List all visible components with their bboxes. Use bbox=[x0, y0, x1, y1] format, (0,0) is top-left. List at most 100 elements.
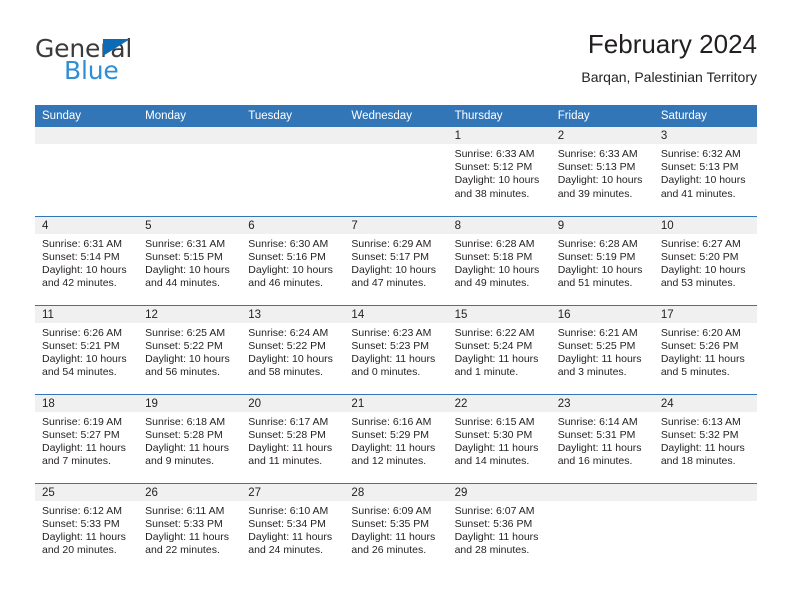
calendar-day-cell[interactable]: 7 Sunrise: 6:29 AM Sunset: 5:17 PM Daylight… bbox=[344, 215, 448, 305]
sunrise-time: Sunrise: 6:21 AM bbox=[557, 326, 638, 339]
calendar-page: General Blue February 2024 Barqan, Pales… bbox=[0, 0, 792, 612]
day-sun-info: Sunrise: 6:13 AM Sunset: 5:32 PM Daylight:… bbox=[654, 412, 757, 469]
day-sun-info: Sunrise: 6:28 AM Sunset: 5:18 PM Daylight:… bbox=[448, 234, 551, 291]
calendar-day-cell[interactable]: 25 Sunrise: 6:12 AM Sunset: 5:33 PM Dayligh… bbox=[35, 482, 139, 572]
daylight-duration-line1: Daylight: 11 hours bbox=[351, 352, 436, 365]
calendar-day-cell[interactable]: 17 Sunrise: 6:20 AM Sunset: 5:26 PM Dayligh… bbox=[653, 304, 757, 394]
calendar-day-cell[interactable]: 12 Sunrise: 6:25 AM Sunset: 5:22 PM Dayligh… bbox=[138, 304, 242, 394]
day-number: 23 bbox=[550, 394, 654, 412]
sunrise-time: Sunrise: 6:30 AM bbox=[248, 237, 329, 250]
calendar-day-cell[interactable]: 18 Sunrise: 6:19 AM Sunset: 5:27 PM Dayligh… bbox=[35, 393, 139, 483]
day-sun-info: Sunrise: 6:24 AM Sunset: 5:22 PM Daylight:… bbox=[241, 323, 344, 380]
daylight-duration-line2: and 56 minutes. bbox=[145, 366, 220, 379]
daylight-duration-line2: and 0 minutes. bbox=[351, 366, 421, 379]
day-number: 17 bbox=[653, 305, 757, 323]
sunrise-time: Sunrise: 6:27 AM bbox=[660, 237, 741, 250]
weekday-header-sunday: Sunday bbox=[35, 105, 139, 127]
daylight-duration-line2: and 1 minute. bbox=[454, 366, 519, 379]
calendar-day-cell[interactable]: 8 Sunrise: 6:28 AM Sunset: 5:18 PM Daylight… bbox=[447, 215, 551, 305]
day-cell-content: 24 Sunrise: 6:13 AM Sunset: 5:32 PM Dayligh… bbox=[653, 394, 757, 483]
calendar-day-cell[interactable]: 27 Sunrise: 6:10 AM Sunset: 5:34 PM Dayligh… bbox=[241, 482, 345, 572]
sunset-time: Sunset: 5:23 PM bbox=[351, 339, 430, 352]
calendar-day-cell[interactable]: 21 Sunrise: 6:16 AM Sunset: 5:29 PM Dayligh… bbox=[344, 393, 448, 483]
day-cell-content bbox=[344, 127, 448, 216]
daylight-duration-line1: Daylight: 11 hours bbox=[351, 530, 436, 543]
day-number: 8 bbox=[447, 216, 551, 234]
sunrise-time: Sunrise: 6:16 AM bbox=[351, 415, 432, 428]
daylight-duration-line1: Daylight: 10 hours bbox=[42, 352, 127, 365]
calendar-day-cell[interactable]: 22 Sunrise: 6:15 AM Sunset: 5:30 PM Dayligh… bbox=[447, 393, 551, 483]
calendar-day-cell[interactable]: 2 Sunrise: 6:33 AM Sunset: 5:13 PM Daylight… bbox=[550, 127, 654, 216]
day-number: 27 bbox=[241, 483, 345, 501]
daylight-duration-line1: Daylight: 10 hours bbox=[145, 352, 230, 365]
calendar-day-cell[interactable]: 16 Sunrise: 6:21 AM Sunset: 5:25 PM Dayligh… bbox=[550, 304, 654, 394]
calendar-header-row: Sunday Monday Tuesday Wednesday Thursday… bbox=[35, 105, 757, 127]
day-cell-content: 28 Sunrise: 6:09 AM Sunset: 5:35 PM Dayligh… bbox=[344, 483, 448, 572]
calendar-day-cell[interactable]: 26 Sunrise: 6:11 AM Sunset: 5:33 PM Dayligh… bbox=[138, 482, 242, 572]
calendar-day-cell[interactable]: 19 Sunrise: 6:18 AM Sunset: 5:28 PM Dayligh… bbox=[138, 393, 242, 483]
day-sun-info: Sunrise: 6:11 AM Sunset: 5:33 PM Daylight:… bbox=[138, 501, 241, 558]
sunrise-time: Sunrise: 6:32 AM bbox=[660, 148, 741, 160]
calendar-day-cell[interactable]: 6 Sunrise: 6:30 AM Sunset: 5:16 PM Daylight… bbox=[241, 215, 345, 305]
calendar-day-cell[interactable]: 28 Sunrise: 6:09 AM Sunset: 5:35 PM Dayligh… bbox=[344, 482, 448, 572]
day-number: 19 bbox=[138, 394, 242, 412]
day-cell-content: 1 Sunrise: 6:33 AM Sunset: 5:12 PM Daylight… bbox=[447, 127, 551, 216]
calendar-day-cell[interactable]: 1 Sunrise: 6:33 AM Sunset: 5:12 PM Daylight… bbox=[447, 127, 551, 216]
sunrise-time: Sunrise: 6:10 AM bbox=[248, 504, 329, 517]
day-sun-info: Sunrise: 6:18 AM Sunset: 5:28 PM Daylight:… bbox=[138, 412, 241, 469]
day-number bbox=[344, 127, 448, 144]
daylight-duration-line1: Daylight: 10 hours bbox=[248, 352, 333, 365]
sunset-time: Sunset: 5:13 PM bbox=[660, 161, 739, 174]
day-cell-content: 6 Sunrise: 6:30 AM Sunset: 5:16 PM Daylight… bbox=[241, 216, 345, 305]
calendar-day-cell[interactable]: 29 Sunrise: 6:07 AM Sunset: 5:36 PM Dayligh… bbox=[447, 482, 551, 572]
calendar-day-cell[interactable]: 20 Sunrise: 6:17 AM Sunset: 5:28 PM Dayligh… bbox=[241, 393, 345, 483]
sunset-time: Sunset: 5:15 PM bbox=[145, 250, 223, 263]
sunrise-time: Sunrise: 6:15 AM bbox=[454, 415, 535, 428]
day-cell-content: 4 Sunrise: 6:31 AM Sunset: 5:14 PM Daylight… bbox=[35, 216, 139, 305]
calendar-day-cell[interactable]: 13 Sunrise: 6:24 AM Sunset: 5:22 PM Dayligh… bbox=[241, 304, 345, 394]
daylight-duration-line2: and 5 minutes. bbox=[660, 366, 730, 379]
daylight-duration-line2: and 44 minutes. bbox=[145, 277, 220, 290]
calendar-day-cell[interactable]: 23 Sunrise: 6:14 AM Sunset: 5:31 PM Dayligh… bbox=[550, 393, 654, 483]
day-number: 26 bbox=[138, 483, 242, 501]
calendar-day-cell[interactable]: 5 Sunrise: 6:31 AM Sunset: 5:15 PM Daylight… bbox=[138, 215, 242, 305]
day-cell-content: 9 Sunrise: 6:28 AM Sunset: 5:19 PM Daylight… bbox=[550, 216, 654, 305]
day-sun-info: Sunrise: 6:31 AM Sunset: 5:15 PM Daylight:… bbox=[138, 234, 241, 291]
daylight-duration-line2: and 51 minutes. bbox=[557, 277, 633, 290]
calendar-day-cell[interactable]: 10 Sunrise: 6:27 AM Sunset: 5:20 PM Dayligh… bbox=[653, 215, 757, 305]
calendar-day-cell[interactable]: 3 Sunrise: 6:32 AM Sunset: 5:13 PM Daylight… bbox=[653, 127, 757, 216]
calendar-day-cell[interactable]: 24 Sunrise: 6:13 AM Sunset: 5:32 PM Dayligh… bbox=[653, 393, 757, 483]
day-cell-content: 10 Sunrise: 6:27 AM Sunset: 5:20 PM Dayligh… bbox=[653, 216, 757, 305]
daylight-duration-line2: and 47 minutes. bbox=[351, 277, 427, 290]
calendar-day-cell[interactable]: 15 Sunrise: 6:22 AM Sunset: 5:24 PM Dayligh… bbox=[447, 304, 551, 394]
day-cell-content: 26 Sunrise: 6:11 AM Sunset: 5:33 PM Dayligh… bbox=[138, 483, 242, 572]
calendar-empty-cell bbox=[344, 127, 448, 216]
sunset-time: Sunset: 5:22 PM bbox=[248, 339, 326, 352]
day-sun-info: Sunrise: 6:10 AM Sunset: 5:34 PM Daylight:… bbox=[241, 501, 344, 558]
calendar-day-cell[interactable]: 9 Sunrise: 6:28 AM Sunset: 5:19 PM Daylight… bbox=[550, 215, 654, 305]
day-sun-info: Sunrise: 6:27 AM Sunset: 5:20 PM Daylight:… bbox=[654, 234, 757, 291]
calendar-day-cell[interactable]: 14 Sunrise: 6:23 AM Sunset: 5:23 PM Dayligh… bbox=[344, 304, 448, 394]
sunset-time: Sunset: 5:19 PM bbox=[557, 250, 636, 263]
daylight-duration-line2: and 42 minutes. bbox=[42, 277, 117, 290]
daylight-duration-line1: Daylight: 11 hours bbox=[248, 441, 333, 454]
sunrise-time: Sunrise: 6:28 AM bbox=[454, 237, 535, 250]
calendar-day-cell[interactable]: 4 Sunrise: 6:31 AM Sunset: 5:14 PM Daylight… bbox=[35, 215, 139, 305]
daylight-duration-line2: and 3 minutes. bbox=[557, 366, 627, 379]
daylight-duration-line1: Daylight: 11 hours bbox=[351, 441, 436, 454]
day-number: 7 bbox=[344, 216, 448, 234]
day-sun-info: Sunrise: 6:23 AM Sunset: 5:23 PM Daylight:… bbox=[344, 323, 447, 380]
calendar-day-cell[interactable]: 11 Sunrise: 6:26 AM Sunset: 5:21 PM Dayligh… bbox=[35, 304, 139, 394]
weekday-header-tuesday: Tuesday bbox=[241, 105, 345, 127]
calendar-week-row: 18 Sunrise: 6:19 AM Sunset: 5:27 PM Dayligh… bbox=[35, 393, 757, 483]
daylight-duration-line2: and 22 minutes. bbox=[145, 544, 220, 557]
sunrise-time: Sunrise: 6:33 AM bbox=[557, 148, 638, 160]
sunrise-time: Sunrise: 6:09 AM bbox=[351, 504, 432, 517]
daylight-duration-line1: Daylight: 11 hours bbox=[42, 530, 126, 543]
day-cell-content: 22 Sunrise: 6:15 AM Sunset: 5:30 PM Dayligh… bbox=[447, 394, 551, 483]
sunrise-time: Sunrise: 6:31 AM bbox=[145, 237, 226, 250]
day-cell-content: 3 Sunrise: 6:32 AM Sunset: 5:13 PM Daylight… bbox=[653, 127, 757, 216]
sunset-time: Sunset: 5:36 PM bbox=[454, 517, 533, 530]
day-number: 3 bbox=[653, 127, 757, 144]
day-number: 20 bbox=[241, 394, 345, 412]
